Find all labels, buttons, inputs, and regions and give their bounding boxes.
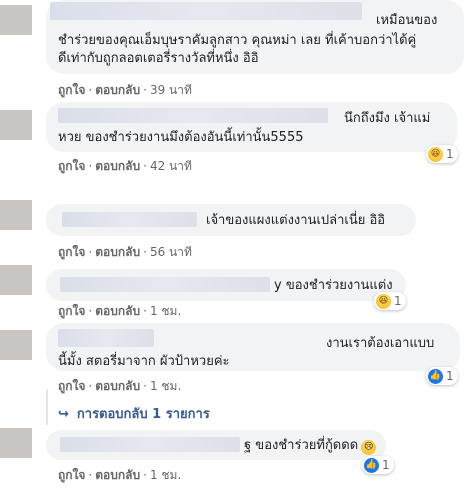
reply-link[interactable]: ตอบกลับ: [95, 245, 140, 259]
comment-actions: ถูกใจ · ตอบกลับ · 1 ชม.: [58, 304, 182, 318]
comment-text: หวย ของชำร่วยงานมึงต้องอันนี้เท่านั้น555…: [58, 130, 304, 145]
reaction-number: 1: [394, 294, 402, 308]
redacted-name: [60, 277, 270, 292]
reply-arrow-icon: ↪: [58, 407, 69, 422]
avatar[interactable]: [0, 110, 32, 140]
redacted-name: [60, 437, 240, 452]
redacted-name: [58, 108, 328, 123]
reply-link[interactable]: ตอบกลับ: [95, 83, 140, 97]
like-link[interactable]: ถูกใจ: [58, 245, 85, 259]
redacted-name: [58, 329, 154, 347]
like-icon: 👍: [364, 457, 379, 473]
reaction-count[interactable]: 😆 1: [426, 145, 458, 163]
reply-link[interactable]: ตอบกลับ: [95, 159, 140, 173]
haha-icon: 😆: [376, 293, 391, 309]
timestamp[interactable]: 39 นาที: [150, 83, 192, 97]
haha-icon: 😆: [428, 146, 443, 162]
like-link[interactable]: ถูกใจ: [58, 83, 85, 97]
comment-text: งานเราต้องเอาแบบ: [326, 336, 435, 351]
thread-line: [46, 389, 48, 425]
view-replies-label: การตอบกลับ 1 รายการ: [76, 407, 210, 422]
comment-text: เจ้าของแผงแต่งงานเปล่าเนี่ย อิอิ: [206, 213, 386, 228]
comment-text: ดี​เท่ากับถูกลอตเตอรี่รางวัลที่หนึ่ง อิอ…: [58, 51, 259, 66]
comment-actions: ถูกใจ · ตอบกลับ · 42 นาที: [58, 159, 192, 173]
comment-text: เหมือนของ: [376, 13, 438, 28]
timestamp[interactable]: 1 ชม.: [150, 304, 181, 318]
redacted-name: [50, 2, 362, 20]
reply-link[interactable]: ตอบกลับ: [95, 379, 140, 393]
comment-actions: ถูกใจ · ตอบกลับ · 39 นาที: [58, 83, 192, 97]
avatar[interactable]: [0, 428, 32, 458]
avatar[interactable]: [0, 5, 32, 35]
view-replies-link[interactable]: ↪ การตอบกลับ 1 รายการ: [58, 403, 210, 424]
like-link[interactable]: ถูกใจ: [58, 379, 85, 393]
reaction-count[interactable]: 😆 1: [374, 292, 406, 310]
comment-bubble: นึกถึงมึง เจ้าแม่ หวย ของชำร่วยงานมึงต้อ…: [46, 102, 457, 152]
comment-actions: ถูกใจ · ตอบกลับ · 1 ชม.: [58, 379, 182, 393]
reaction-number: 1: [446, 147, 454, 161]
reaction-number: 1: [382, 458, 390, 472]
like-icon: 👍: [428, 368, 443, 384]
comment-text: นึกถึงมึง เจ้าแม่: [344, 111, 431, 126]
timestamp[interactable]: 42 นาที: [150, 159, 192, 173]
avatar[interactable]: [0, 265, 32, 295]
avatar[interactable]: [0, 330, 32, 360]
comment-text: ชำร่วยของคุณเอ็มบุษรา​คัม​ลูกสาว คุณหม่า…: [58, 33, 417, 48]
timestamp[interactable]: 1 ชม.: [150, 379, 181, 393]
comment-bubble: เหมือนของ ชำร่วยของคุณเอ็มบุษรา​คัม​ลูกส…: [46, 0, 464, 74]
comment-text: นี้มั้ง สตอรี่มาจาก ผัวป้าหวยค่ะ: [58, 354, 230, 369]
reaction-count[interactable]: 👍 1: [426, 367, 458, 385]
crying-emoji-icon: 😢: [361, 440, 377, 455]
reply-link[interactable]: ตอบกลับ: [95, 468, 140, 482]
avatar[interactable]: [0, 200, 32, 230]
comment-bubble: ฐ ของชำร่วยที่กู้ดดด 😢: [46, 430, 386, 460]
comment-text-content: ฐ ของชำร่วยที่กู้ดดด: [244, 438, 359, 453]
reaction-number: 1: [446, 369, 454, 383]
comment-bubble: งานเราต้องเอาแบบ นี้มั้ง สตอรี่มาจาก ผัว…: [46, 323, 460, 371]
comment-actions: ถูกใจ · ตอบกลับ · 1 ชม.: [58, 468, 182, 482]
like-link[interactable]: ถูกใจ: [58, 304, 85, 318]
reply-link[interactable]: ตอบกลับ: [95, 304, 140, 318]
reaction-count[interactable]: 👍 1: [362, 456, 394, 474]
redacted-name: [62, 212, 197, 227]
comment-actions: ถูกใจ · ตอบกลับ · 56 นาที: [58, 245, 192, 259]
comment-text: y ของชำร่วยงานแต่ง: [274, 278, 393, 293]
like-link[interactable]: ถูกใจ: [58, 159, 85, 173]
comment-text: ฐ ของชำร่วยที่กู้ดดด 😢: [244, 437, 377, 455]
timestamp[interactable]: 56 นาที: [150, 245, 192, 259]
comment-bubble: y ของชำร่วยงานแต่ง: [46, 269, 406, 301]
timestamp[interactable]: 1 ชม.: [150, 468, 181, 482]
comment-bubble: เจ้าของแผงแต่งงานเปล่าเนี่ย อิอิ: [46, 204, 416, 236]
like-link[interactable]: ถูกใจ: [58, 468, 85, 482]
